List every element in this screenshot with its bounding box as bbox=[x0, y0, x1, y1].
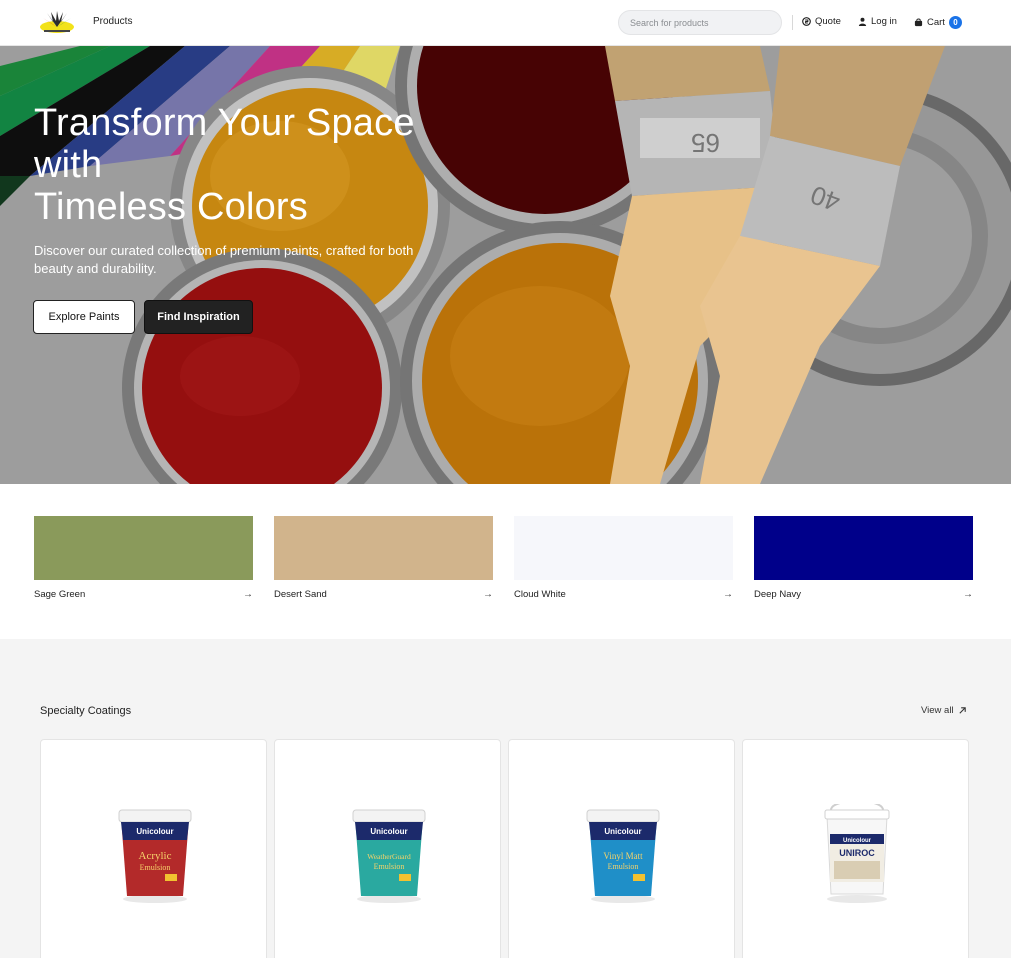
paint-bucket-image: Unicolour WeatherGuard Emulsion bbox=[352, 809, 426, 903]
paint-bucket-image: Unicolour Vinyl Matt Emulsion bbox=[586, 809, 660, 903]
user-icon bbox=[858, 17, 867, 26]
cart-icon bbox=[914, 18, 923, 27]
hero-title-line-1: Transform Your Space bbox=[34, 102, 415, 144]
svg-text:Unicolour: Unicolour bbox=[370, 827, 407, 836]
view-all-label: View all bbox=[921, 705, 954, 716]
svg-text:WeatherGuard: WeatherGuard bbox=[367, 852, 411, 861]
svg-text:Vinyl Matt: Vinyl Matt bbox=[603, 851, 643, 861]
svg-text:Emulsion: Emulsion bbox=[140, 863, 171, 872]
hero-title-line-2: with bbox=[34, 144, 103, 186]
login-label: Log in bbox=[871, 16, 897, 27]
cart-count-badge: 0 bbox=[948, 16, 962, 29]
cart-link[interactable]: Cart 0 bbox=[914, 16, 962, 29]
hero-title-line-3: Timeless Colors bbox=[34, 186, 308, 228]
swatch-chip bbox=[274, 516, 493, 580]
swatch-cloud-white[interactable]: Cloud White → bbox=[514, 516, 733, 600]
quote-link[interactable]: Quote bbox=[802, 16, 841, 27]
svg-text:Emulsion: Emulsion bbox=[608, 862, 639, 871]
swatch-chip bbox=[754, 516, 973, 580]
color-swatches-section: Sage Green → Desert Sand → Cloud White →… bbox=[0, 484, 1011, 639]
swatch-sage-green[interactable]: Sage Green → bbox=[34, 516, 253, 600]
arrow-right-icon: → bbox=[723, 589, 733, 600]
find-inspiration-button[interactable]: Find Inspiration bbox=[144, 300, 253, 334]
swatch-chip bbox=[514, 516, 733, 580]
svg-text:UNIROC: UNIROC bbox=[839, 848, 875, 858]
swatch-label: Desert Sand bbox=[274, 589, 327, 600]
swatch-desert-sand[interactable]: Desert Sand → bbox=[274, 516, 493, 600]
explore-paints-button[interactable]: Explore Paints bbox=[33, 300, 135, 334]
swatch-label: Deep Navy bbox=[754, 589, 801, 600]
product-card[interactable]: Unicolour Vinyl Matt Emulsion bbox=[508, 739, 735, 958]
hero-banner: 65 40 Transform Your Space with Timeless… bbox=[0, 46, 1011, 484]
paint-bucket-image: Unicolour UNIROC bbox=[824, 804, 890, 903]
swatch-chip bbox=[34, 516, 253, 580]
svg-text:Acrylic: Acrylic bbox=[139, 850, 172, 862]
swatch-label: Cloud White bbox=[514, 589, 566, 600]
product-card[interactable]: Unicolour WeatherGuard Emulsion bbox=[274, 739, 501, 958]
swatch-label: Sage Green bbox=[34, 589, 86, 600]
svg-text:Unicolour: Unicolour bbox=[604, 827, 641, 836]
nav-products[interactable]: Products bbox=[93, 16, 132, 27]
svg-text:Emulsion: Emulsion bbox=[374, 862, 405, 871]
site-header: Products Quote Log in Cart 0 bbox=[0, 0, 1011, 46]
quote-icon bbox=[802, 17, 811, 26]
arrow-right-icon: → bbox=[963, 589, 973, 600]
login-link[interactable]: Log in bbox=[858, 16, 897, 27]
paint-bucket-image: Unicolour Acrylic Emulsion bbox=[118, 809, 192, 903]
arrow-right-icon: → bbox=[243, 589, 253, 600]
product-card[interactable]: Unicolour UNIROC bbox=[742, 739, 969, 958]
search-input[interactable] bbox=[618, 10, 782, 35]
hero-title: Transform Your Space with Timeless Color… bbox=[34, 102, 464, 228]
view-all-link[interactable]: View all bbox=[921, 705, 967, 716]
section-title: Specialty Coatings bbox=[40, 705, 132, 717]
product-card[interactable]: Unicolour Acrylic Emulsion bbox=[40, 739, 267, 958]
swatch-deep-navy[interactable]: Deep Navy → bbox=[754, 516, 973, 600]
cart-label: Cart bbox=[927, 17, 945, 28]
svg-text:Unicolour: Unicolour bbox=[136, 827, 173, 836]
specialty-coatings-section: Specialty Coatings View all Unicolour Ac… bbox=[0, 639, 1011, 958]
quote-label: Quote bbox=[815, 16, 841, 27]
svg-text:Unicolour: Unicolour bbox=[843, 838, 872, 844]
arrow-up-right-icon bbox=[958, 707, 966, 714]
header-divider bbox=[792, 15, 793, 30]
hero-subtitle: Discover our curated collection of premi… bbox=[34, 243, 414, 276]
brand-logo[interactable] bbox=[38, 10, 76, 36]
arrow-right-icon: → bbox=[483, 589, 493, 600]
